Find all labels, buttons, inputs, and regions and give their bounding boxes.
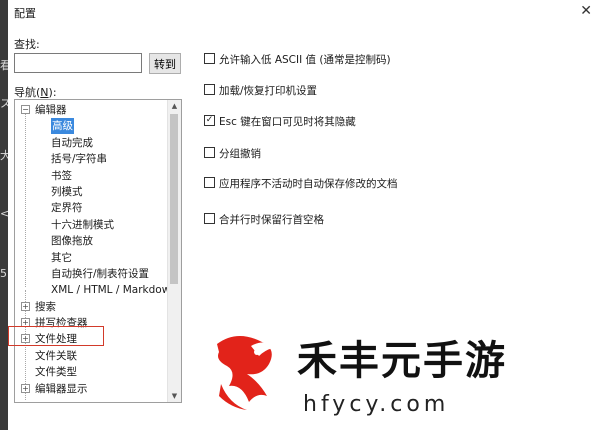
tree-item-label: 列模式 <box>51 185 83 198</box>
collapse-icon[interactable]: − <box>21 105 30 114</box>
tree-item[interactable]: + 拼写检查器 <box>15 315 169 331</box>
tree-item[interactable]: + 编辑器显示 <box>15 381 169 397</box>
expand-icon[interactable]: + <box>21 383 30 393</box>
tree-item[interactable]: 其它 <box>15 250 169 266</box>
option-label: 加载/恢复打印机设置 <box>219 85 318 97</box>
option-checkbox[interactable] <box>204 84 215 95</box>
option-row[interactable]: 加载/恢复打印机设置 <box>204 83 564 97</box>
tree-item-label: 文件处理 <box>35 333 77 346</box>
tree-items: − 编辑器 高级 自动完成 括号/字符串 书签 列模式 定界符 十六进制模式 图像拖放 其它 自动换行… <box>15 102 171 397</box>
tree-item-label: XML / HTML / Markdow <box>51 284 171 297</box>
tree-item-label: 括号/字符串 <box>51 153 108 166</box>
tree-item-label: 高级 <box>51 118 74 135</box>
option-label: 合并行时保留行首空格 <box>219 214 324 226</box>
tree-item[interactable]: + 搜索 <box>15 299 169 315</box>
tree-scrollbar[interactable]: ▲ ▼ <box>167 100 181 402</box>
watermark-brand: 禾丰元手游 <box>297 337 507 384</box>
goto-button[interactable]: 转到 <box>149 53 181 74</box>
scroll-down-icon[interactable]: ▼ <box>168 390 181 402</box>
tree-item-label: 其它 <box>51 251 72 264</box>
tree-item-label: 定界符 <box>51 202 83 215</box>
option-row[interactable]: 分组撤销 <box>204 146 564 160</box>
tree-item-label: 文件关联 <box>35 349 77 362</box>
tree-item[interactable]: 自动换行/制表符设置 <box>15 266 169 282</box>
watermark-url: hfycy.com <box>303 392 450 417</box>
tree-item-label: 图像拖放 <box>51 235 93 248</box>
option-checkbox[interactable] <box>204 213 215 224</box>
tree-item[interactable]: 文件类型 <box>15 364 169 380</box>
tree-item-label: 搜索 <box>35 300 56 313</box>
option-row[interactable]: 合并行时保留行首空格 <box>204 212 564 226</box>
scrollbar-thumb[interactable] <box>170 114 178 284</box>
tree-item[interactable]: 图像拖放 <box>15 233 169 249</box>
find-label: 查找: <box>14 38 40 51</box>
tree-item-label: 拼写检查器 <box>35 317 88 330</box>
watermark: 禾丰元手游 hfycy.com <box>205 320 600 430</box>
tree-item[interactable]: 括号/字符串 <box>15 151 169 167</box>
tree-item[interactable]: 自动完成 <box>15 135 169 151</box>
tree-item[interactable]: XML / HTML / Markdow <box>15 282 171 298</box>
option-row[interactable]: ✓ Esc 键在窗口可见时将其隐藏 <box>204 114 564 128</box>
tree-item[interactable]: 书签 <box>15 168 169 184</box>
tree-item-label: 编辑器显示 <box>35 382 88 395</box>
tree-item-label: 自动换行/制表符设置 <box>51 267 150 280</box>
titlebar: 配置 ✕ <box>8 0 600 26</box>
tree-item[interactable]: 定界符 <box>15 200 169 216</box>
option-label: 分组撤销 <box>219 148 261 160</box>
option-checkbox[interactable] <box>204 177 215 188</box>
tree-item[interactable]: 十六进制模式 <box>15 217 169 233</box>
tree-item[interactable]: + 文件处理 <box>15 331 169 347</box>
background-window-edge: 看 ス 大 < 5 <box>0 0 11 430</box>
nav-label: 导航(N): <box>14 86 57 99</box>
find-input[interactable] <box>14 53 142 73</box>
close-icon[interactable]: ✕ <box>580 3 592 19</box>
option-label: 应用程序不活动时自动保存修改的文档 <box>219 178 398 190</box>
tree-item-label: 编辑器 <box>35 104 67 116</box>
option-row[interactable]: 允许输入低 ASCII 值 (通常是控制码) <box>204 52 564 66</box>
scroll-up-icon[interactable]: ▲ <box>168 100 181 112</box>
option-row[interactable]: 应用程序不活动时自动保存修改的文档 <box>204 176 564 190</box>
tree-item-label: 文件类型 <box>35 366 77 379</box>
tree-item-label: 自动完成 <box>51 136 93 149</box>
tree-item[interactable]: − 编辑器 <box>15 102 169 118</box>
tree-item-label: 书签 <box>51 169 72 182</box>
tree-item[interactable]: 文件关联 <box>15 348 169 364</box>
option-checkbox[interactable] <box>204 147 215 158</box>
expand-icon[interactable]: + <box>21 301 30 311</box>
background-text: 5 <box>0 267 7 280</box>
option-label: Esc 键在窗口可见时将其隐藏 <box>219 116 356 128</box>
nav-tree[interactable]: − 编辑器 高级 自动完成 括号/字符串 书签 列模式 定界符 十六进制模式 图像拖放 其它 自动换行… <box>14 99 182 403</box>
expand-icon[interactable]: + <box>21 318 30 328</box>
option-label: 允许输入低 ASCII 值 (通常是控制码) <box>219 54 391 66</box>
option-checkbox[interactable] <box>204 53 215 64</box>
tree-item[interactable]: 高级 <box>15 118 169 135</box>
dialog-title: 配置 <box>14 7 36 20</box>
dragon-logo-icon <box>217 335 273 410</box>
option-checkbox[interactable]: ✓ <box>204 115 215 126</box>
tree-item[interactable]: 列模式 <box>15 184 169 200</box>
expand-icon[interactable]: + <box>21 334 30 344</box>
tree-item-label: 十六进制模式 <box>51 218 114 231</box>
